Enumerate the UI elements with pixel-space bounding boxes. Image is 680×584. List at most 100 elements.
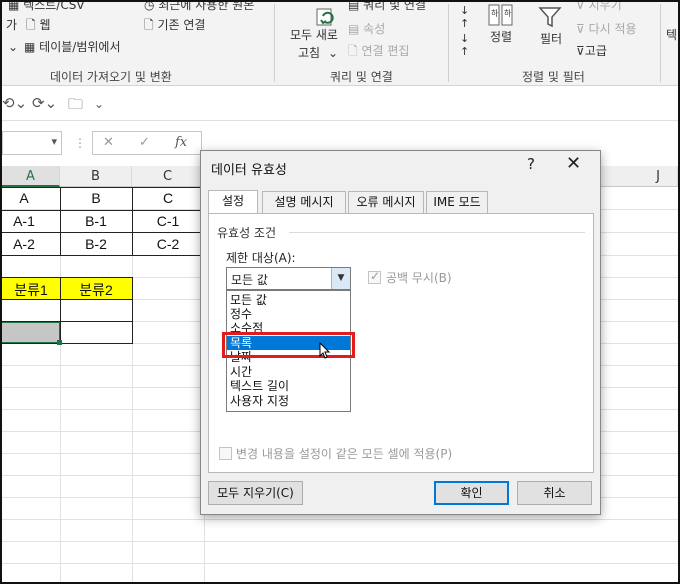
- settings-panel: 유효성 조건 제한 대상(A): 모든 값 ▼ 공백 무시(B) 모든 값 정수…: [208, 213, 594, 473]
- properties-label: 속성: [363, 22, 386, 36]
- clear-filter-icon: ⊽: [576, 2, 585, 12]
- cell-a2[interactable]: A-1: [2, 213, 46, 229]
- refresh-all-label-2: 고침: [298, 46, 321, 60]
- chevron-down-icon[interactable]: ⌄: [8, 40, 18, 54]
- cell-b1[interactable]: B: [60, 190, 132, 206]
- allow-select[interactable]: 모든 값 ▼: [226, 267, 351, 290]
- web-button[interactable]: 🗋 웹: [26, 16, 51, 37]
- formula-buttons: ✕ ✓ fx: [92, 131, 202, 155]
- advanced-label: 고급: [584, 44, 607, 58]
- apply-all-label: 변경 내용을 설정이 같은 모든 셀에 적용(P): [236, 447, 453, 461]
- cell-c2[interactable]: C-1: [132, 213, 204, 229]
- clear-all-button[interactable]: 모두 지우기(C): [208, 481, 303, 505]
- properties-icon: ▤: [348, 22, 360, 36]
- list-item[interactable]: 사용자 지정: [227, 394, 350, 408]
- sort-button[interactable]: 정렬: [490, 28, 512, 45]
- reapply-label: 다시 적용: [588, 22, 637, 36]
- divider: [660, 4, 661, 82]
- group-label-queries: 쿼리 및 연결: [330, 70, 393, 84]
- cell-b3[interactable]: B-2: [60, 236, 132, 252]
- list-item[interactable]: 모든 값: [227, 293, 350, 307]
- list-item[interactable]: 시간: [227, 365, 350, 379]
- folder-icon[interactable]: 🗀: [68, 94, 83, 119]
- ribbon: ▦ 텍스트/CSV 가 🗋 웹 ⌄ ▦ 테이블/범위에서 ◷ 최근에 사용한 원…: [2, 2, 678, 86]
- sort-za-icon[interactable]: ↓ ↑: [460, 32, 469, 58]
- reapply-icon: ⊽: [576, 22, 585, 36]
- cell-a3[interactable]: A-2: [2, 236, 46, 252]
- undo-icon[interactable]: ⟲⌄: [2, 94, 27, 112]
- web-icon: 🗋: [26, 18, 36, 32]
- close-button[interactable]: ✕: [566, 153, 581, 174]
- redo-icon[interactable]: ⟳⌄: [32, 94, 57, 112]
- ignore-blank-label: 공백 무시(B): [386, 271, 452, 285]
- clear-label: 지우기: [588, 2, 622, 12]
- document-icon: 🗋: [144, 18, 154, 32]
- edit-links-button[interactable]: 🗋 연결 편집: [348, 42, 409, 63]
- allow-select-value: 모든 값: [231, 273, 268, 287]
- table-icon: ▦: [8, 2, 20, 12]
- column-header-c[interactable]: C: [132, 166, 204, 187]
- refresh-all-button[interactable]: 모두 새로: [290, 26, 338, 43]
- cell-a1[interactable]: A: [2, 190, 46, 206]
- chevron-down-icon[interactable]: ⌄: [328, 46, 338, 60]
- name-box[interactable]: ▾: [2, 131, 62, 155]
- csv-button[interactable]: ▦ 텍스트/CSV: [8, 2, 85, 13]
- chevron-down-icon[interactable]: ▼: [331, 268, 350, 289]
- reapply-button[interactable]: ⊽ 다시 적용: [576, 20, 637, 37]
- apply-all-checkbox[interactable]: [219, 447, 232, 460]
- ribbon-cut-label: 텍: [666, 28, 678, 42]
- list-item[interactable]: 정수: [227, 307, 350, 321]
- tab-error-alert[interactable]: 오류 메시지: [348, 191, 424, 213]
- existing-connections-button[interactable]: 🗋 기존 연결: [144, 16, 205, 37]
- chevron-down-icon[interactable]: ⌄: [94, 97, 104, 111]
- queries-connections-button[interactable]: ▤ 쿼리 및 연결: [348, 2, 426, 13]
- tab-input-message[interactable]: 설명 메시지: [262, 191, 346, 213]
- fill-handle[interactable]: [57, 340, 62, 345]
- help-button[interactable]: ?: [527, 155, 535, 173]
- queries-icon: ▤: [348, 2, 360, 12]
- column-header-b[interactable]: B: [60, 166, 132, 187]
- more-icon: ⋮: [74, 136, 86, 150]
- list-item[interactable]: 텍스트 길이: [227, 379, 350, 393]
- allow-label: 제한 대상(A):: [226, 251, 296, 265]
- filter-button[interactable]: 필터: [540, 30, 562, 47]
- sort-az-icon[interactable]: ↓ ↑: [460, 4, 469, 30]
- advanced-button[interactable]: ⊽고급: [576, 42, 607, 59]
- svg-text:하: 하: [504, 8, 512, 18]
- properties-button[interactable]: ▤ 속성: [348, 20, 385, 37]
- dialog-title: 데이터 유효성: [211, 163, 287, 178]
- ga-label: 가: [6, 18, 18, 32]
- table-range-button[interactable]: ▦ 테이블/범위에서: [24, 38, 121, 55]
- gridline: [2, 519, 678, 520]
- tab-settings[interactable]: 설정: [208, 190, 258, 213]
- enter-icon[interactable]: ✓: [139, 135, 150, 150]
- cell-b2[interactable]: B-1: [60, 213, 132, 229]
- fx-icon[interactable]: fx: [175, 135, 187, 150]
- tab-ime-mode[interactable]: IME 모드: [426, 191, 488, 213]
- cancel-button[interactable]: 취소: [517, 481, 592, 505]
- selected-cell[interactable]: [0, 322, 60, 343]
- highlight-box: [222, 332, 355, 358]
- chevron-down-icon[interactable]: ▾: [51, 135, 57, 148]
- column-header-a[interactable]: A: [2, 166, 60, 187]
- recent-sources-button[interactable]: ◷ 최근에 사용한 원본: [144, 2, 254, 13]
- queries-label: 쿼리 및 연결: [363, 2, 427, 12]
- mouse-cursor-icon: [319, 341, 331, 363]
- quick-access-toolbar: ⟲⌄ ⟳⌄ 🗀 ⌄: [2, 87, 678, 121]
- sort-dialog-icon: 하하: [488, 4, 514, 26]
- gridline: [2, 541, 678, 542]
- ignore-blank-checkbox[interactable]: [368, 269, 381, 284]
- cancel-icon[interactable]: ✕: [103, 135, 114, 150]
- clear-filter-button[interactable]: ⊽ 지우기: [576, 2, 622, 13]
- svg-text:하: 하: [491, 8, 499, 18]
- cell-c1[interactable]: C: [132, 190, 204, 206]
- cell-b6[interactable]: 분류2: [60, 280, 132, 300]
- ok-button[interactable]: 확인: [434, 481, 509, 505]
- cell-a6[interactable]: 분류1: [2, 280, 60, 300]
- cell-c3[interactable]: C-2: [132, 236, 204, 252]
- divider: [448, 4, 449, 82]
- link-icon: 🗋: [348, 44, 358, 58]
- column-header-j[interactable]: J: [638, 166, 678, 187]
- data-validation-dialog: 데이터 유효성 ? ✕ 설정 설명 메시지 오류 메시지 IME 모드 유효성 …: [200, 150, 601, 515]
- grid-icon: ▦: [24, 40, 36, 54]
